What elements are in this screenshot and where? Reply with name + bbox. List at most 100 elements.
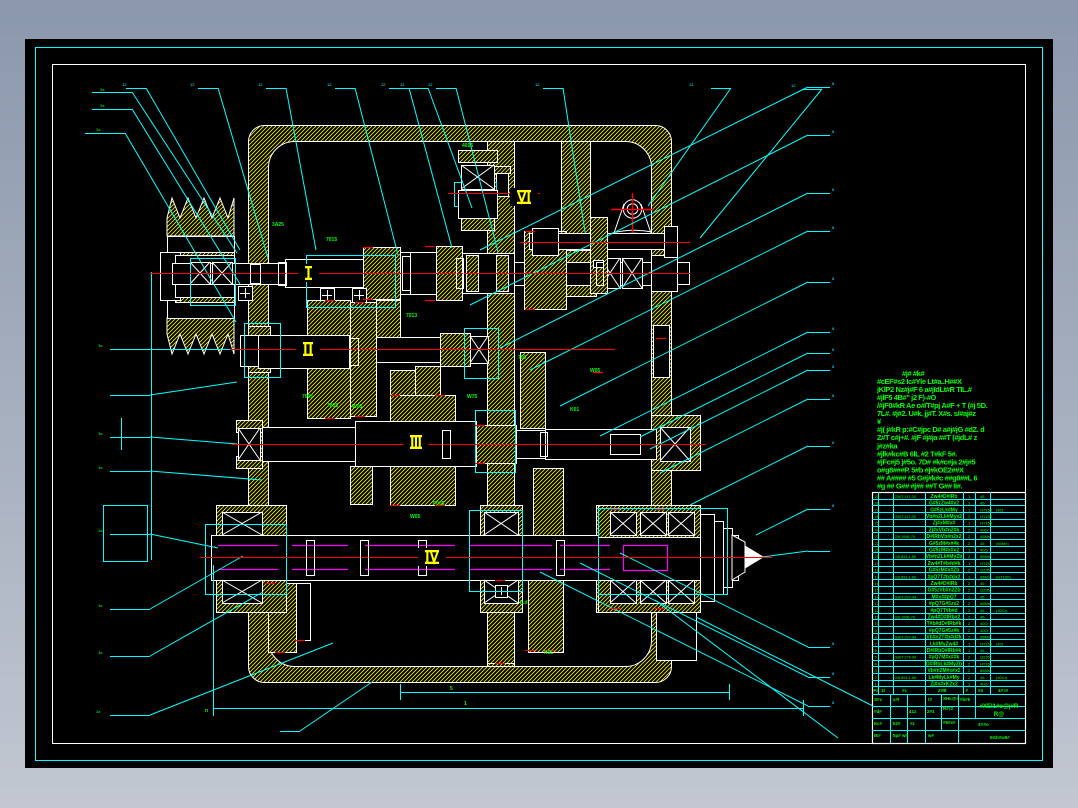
svg-text:3a: 3a — [96, 709, 101, 714]
svg-text:#pQ7G#5z#k: #pQ7G#5z#k — [929, 628, 959, 634]
svg-text:45: 45 — [980, 494, 985, 499]
svg-text:3a: 3a — [98, 465, 103, 470]
svg-text:#d#: #d# — [874, 709, 882, 714]
svg-text:45: 45 — [980, 615, 985, 620]
svg-text:ILd: ILd — [520, 600, 528, 606]
svg-text:3a: 3a — [100, 103, 105, 108]
svg-text:3a: 3a — [98, 431, 103, 436]
svg-text:K01: K01 — [570, 407, 579, 413]
svg-text:3A25: 3A25 — [272, 222, 284, 228]
svg-text:GB/T 117-00: GB/T 117-00 — [895, 495, 916, 499]
svg-text:G#5zM#x##k: G#5zM#x##k — [929, 541, 959, 547]
svg-text:7805: 7805 — [327, 403, 338, 409]
svg-text:40Cr: 40Cr — [980, 621, 989, 626]
svg-text:D#lRbD#lRb#k: D#lRbD#lRb#k — [927, 648, 962, 654]
svg-text:10: 10 — [875, 621, 880, 626]
svg-text:7013: 7013 — [406, 313, 417, 319]
svg-text:12: 12 — [535, 82, 540, 87]
svg-text:Zj#x#xK2x2: Zj#x#xK2x2 — [930, 682, 958, 688]
svg-text:#b#k: #b#k — [960, 697, 971, 702]
svg-text:F#: F# — [874, 688, 880, 693]
svg-text:Q235: Q235 — [980, 568, 991, 573]
svg-text:(45): (45) — [996, 641, 1004, 646]
svg-text:45: 45 — [980, 501, 985, 506]
svg-text:12: 12 — [258, 82, 263, 87]
svg-text:Lk#MyZw4#: Lk#MyZw4# — [930, 641, 958, 647]
svg-text:7015: 7015 — [326, 237, 337, 243]
svg-text:20: 20 — [875, 554, 880, 559]
svg-text:R@: R@ — [994, 712, 1004, 718]
svg-text:12: 12 — [327, 82, 332, 87]
svg-text:n: n — [205, 708, 208, 714]
svg-text:22: 22 — [875, 541, 880, 546]
svg-text:3a: 3a — [98, 343, 103, 348]
svg-text:45: 45 — [980, 648, 985, 653]
svg-text:(40Cr): (40Cr) — [996, 675, 1008, 680]
svg-text:17: 17 — [875, 574, 880, 579]
svg-text:Q235: Q235 — [980, 655, 991, 660]
svg-text:40Cr: 40Cr — [980, 527, 989, 532]
svg-text:45: 45 — [980, 581, 985, 586]
svg-text:12: 12 — [428, 82, 433, 87]
svg-text:#4: #4 — [978, 688, 984, 693]
svg-text:40Cr: 40Cr — [980, 548, 989, 553]
svg-text:41z: 41z — [909, 709, 917, 714]
svg-text:GB/T 117-00: GB/T 117-00 — [895, 515, 916, 519]
svg-text:XHL@#: XHL@# — [943, 696, 959, 701]
svg-text:G#5zZw4#x2: G#5zZw4#x2 — [929, 501, 959, 507]
svg-text:29: 29 — [875, 494, 880, 499]
svg-text:12: 12 — [791, 83, 796, 88]
svg-text:65Mn: 65Mn — [980, 554, 990, 559]
svg-text:24: 24 — [875, 527, 880, 532]
svg-text:4# t#: 4# t# — [998, 688, 1009, 693]
svg-text:45: 45 — [980, 608, 985, 613]
svg-text:3a: 3a — [98, 603, 103, 608]
svg-text:F005: F005 — [433, 501, 445, 507]
svg-text:15: 15 — [875, 588, 880, 593]
svg-text:27: 27 — [875, 507, 880, 512]
svg-text:GB 893.1-86: GB 893.1-86 — [895, 555, 917, 559]
svg-text:(40Cr): (40Cr) — [996, 608, 1008, 613]
svg-text:Lk#MyLk#My: Lk#MyLk#My — [928, 675, 959, 681]
svg-text:D#lRbLk#MyZb: D#lRbLk#MyZb — [926, 661, 962, 667]
svg-text:K91: K91 — [544, 650, 553, 656]
svg-text:G#5zVb#n2Zb: G#5zVb#n2Zb — [927, 588, 960, 594]
svg-text:Vb#n2T#b#d#k: Vb#n2T#b#d#k — [926, 635, 962, 641]
svg-text:65Mn: 65Mn — [980, 668, 990, 673]
svg-text:12: 12 — [875, 608, 880, 613]
svg-text:45: 45 — [980, 594, 985, 599]
svg-text:#pQ7G#5zx2: #pQ7G#5zx2 — [929, 601, 959, 607]
svg-text:4Y#o: 4Y#o — [978, 722, 989, 727]
svg-text:14: 14 — [875, 594, 880, 599]
svg-text:G#5zM#x#x2: G#5zM#x#x2 — [929, 548, 959, 554]
svg-text:45: 45 — [980, 675, 985, 680]
svg-text:40Cr: 40Cr — [980, 682, 989, 687]
svg-text:Z#B: Z#B — [938, 688, 947, 693]
svg-text:k2#: k2# — [893, 721, 901, 726]
svg-text:#pQ7T#b#dx2: #pQ7T#b#dx2 — [928, 574, 961, 580]
svg-text:G#5zM#x#Zb: G#5zM#x#Zb — [929, 568, 960, 574]
svg-text:Vb#n2Lk#Myx2: Vb#n2Lk#Myx2 — [926, 514, 962, 520]
svg-text:65Mn: 65Mn — [980, 601, 990, 606]
svg-text:W05: W05 — [352, 404, 363, 410]
svg-text:#pQ7M#x##k: #pQ7M#x##k — [929, 655, 960, 661]
svg-text:18: 18 — [875, 568, 880, 573]
svg-text:3a: 3a — [100, 87, 105, 92]
svg-text:GB/T 297-94: GB/T 297-94 — [895, 595, 917, 599]
svg-text:Zw4#D#lRb: Zw4#D#lRb — [931, 581, 958, 587]
svg-text:IE#: IE# — [874, 733, 881, 738]
svg-text:GB/T 297-94: GB/T 297-94 — [895, 636, 917, 640]
svg-text:#z: #z — [910, 721, 916, 726]
svg-text:2#1: 2#1 — [927, 709, 935, 714]
svg-text:23: 23 — [875, 534, 880, 539]
svg-text:#g ## G## #j## ##T G## II#.: #g ## G## #j## ##T G## II#. — [877, 482, 962, 491]
svg-text:GB 893.1-86: GB 893.1-86 — [895, 676, 917, 680]
svg-text:Zw4#D#lRbx2: Zw4#D#lRbx2 — [928, 615, 961, 621]
svg-text:(HT150): (HT150) — [996, 574, 1011, 579]
svg-text:HT150: HT150 — [980, 507, 993, 512]
svg-text:13: 13 — [875, 601, 880, 606]
svg-text:HT150: HT150 — [980, 661, 993, 666]
svg-text:1: 1 — [464, 701, 467, 707]
svg-text:12: 12 — [689, 82, 694, 87]
svg-text:12: 12 — [381, 82, 386, 87]
